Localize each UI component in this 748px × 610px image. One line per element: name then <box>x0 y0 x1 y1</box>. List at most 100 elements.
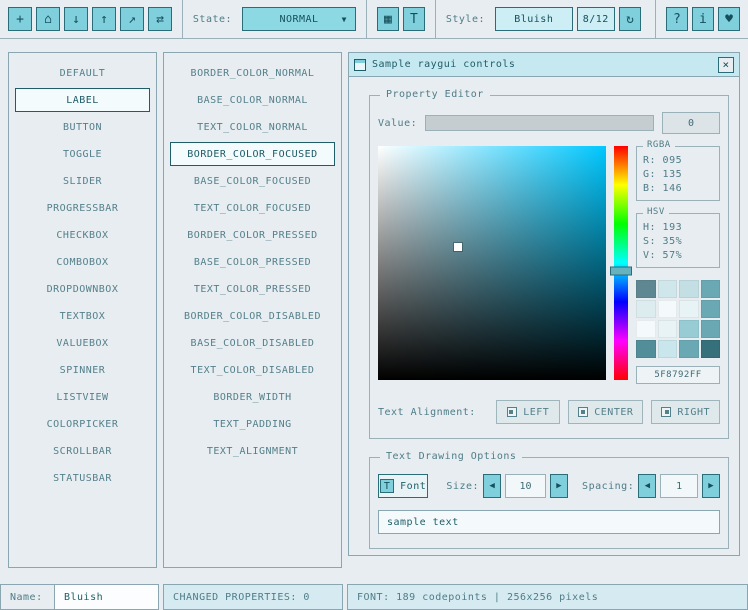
palette-swatch[interactable] <box>701 300 721 318</box>
control-item-listview[interactable]: LISTVIEW <box>15 385 150 409</box>
property-item-border_color_normal[interactable]: BORDER_COLOR_NORMAL <box>170 61 335 85</box>
palette-swatch[interactable] <box>679 340 699 358</box>
palette-swatch[interactable] <box>701 340 721 358</box>
spacing-label: Spacing: <box>582 481 634 492</box>
reload-icon: ↻ <box>626 12 634 27</box>
property-item-base_color_disabled[interactable]: BASE_COLOR_DISABLED <box>170 331 335 355</box>
info-icon: i <box>699 12 707 27</box>
style-palette <box>636 280 720 358</box>
style-counter-button[interactable]: 8/12 <box>577 7 615 31</box>
size-increase-button[interactable]: ▶ <box>550 474 568 498</box>
control-item-spinner[interactable]: SPINNER <box>15 358 150 382</box>
sponsor-button[interactable]: ♥ <box>718 7 740 31</box>
random-style-button[interactable]: ⇄ <box>148 7 172 31</box>
value-slider[interactable] <box>425 115 654 131</box>
control-item-label[interactable]: LABEL <box>15 88 150 112</box>
spacing-increase-button[interactable]: ▶ <box>702 474 720 498</box>
font-button[interactable]: T Font <box>378 474 428 498</box>
control-item-button[interactable]: BUTTON <box>15 115 150 139</box>
state-dropdown[interactable]: NORMAL ▼ <box>242 7 356 31</box>
window-titlebar[interactable]: Sample raygui controls × <box>349 53 739 77</box>
property-item-border_color_disabled[interactable]: BORDER_COLOR_DISABLED <box>170 304 335 328</box>
spacing-decrease-button[interactable]: ◀ <box>638 474 656 498</box>
property-item-border_color_focused[interactable]: BORDER_COLOR_FOCUSED <box>170 142 335 166</box>
property-item-base_color_pressed[interactable]: BASE_COLOR_PRESSED <box>170 250 335 274</box>
property-item-base_color_normal[interactable]: BASE_COLOR_NORMAL <box>170 88 335 112</box>
control-item-checkbox[interactable]: CHECKBOX <box>15 223 150 247</box>
save-file-button[interactable]: ↓ <box>64 7 88 31</box>
property-item-text_color_disabled[interactable]: TEXT_COLOR_DISABLED <box>170 358 335 382</box>
palette-swatch[interactable] <box>658 300 678 318</box>
grid-icon: ▦ <box>384 12 392 27</box>
font-atlas-button[interactable]: T <box>403 7 425 31</box>
hue-slider[interactable] <box>614 146 628 380</box>
about-button[interactable]: i <box>692 7 714 31</box>
value-box[interactable]: 0 <box>662 112 720 134</box>
property-item-border_width[interactable]: BORDER_WIDTH <box>170 385 335 409</box>
control-item-default[interactable]: DEFAULT <box>15 61 150 85</box>
close-window-button[interactable]: × <box>718 57 734 73</box>
reload-style-button[interactable]: ↻ <box>619 7 641 31</box>
new-file-icon: + <box>16 12 24 27</box>
size-value-box[interactable]: 10 <box>505 474 546 498</box>
toolbar-separator <box>655 0 656 38</box>
size-decrease-button[interactable]: ◀ <box>483 474 501 498</box>
property-item-base_color_focused[interactable]: BASE_COLOR_FOCUSED <box>170 169 335 193</box>
palette-swatch[interactable] <box>636 340 656 358</box>
control-item-valuebox[interactable]: VALUEBOX <box>15 331 150 355</box>
palette-swatch[interactable] <box>658 320 678 338</box>
hex-color-box[interactable]: 5F8792FF <box>636 366 720 384</box>
palette-swatch[interactable] <box>679 300 699 318</box>
align-right-label: RIGHT <box>677 407 710 418</box>
export-file-button[interactable]: ↑ <box>92 7 116 31</box>
control-item-progressbar[interactable]: PROGRESSBAR <box>15 196 150 220</box>
load-file-button[interactable]: ⌂ <box>36 7 60 31</box>
text-options-group: Text Drawing Options T Font Size: ◀ 10 ▶… <box>369 457 729 549</box>
color-picker-cursor[interactable] <box>454 243 462 251</box>
palette-swatch[interactable] <box>658 340 678 358</box>
control-item-dropdownbox[interactable]: DROPDOWNBOX <box>15 277 150 301</box>
sample-text-input[interactable]: sample text <box>378 510 720 534</box>
color-info-column: RGBA R: 095 G: 135 B: 146 HSV H: 193 S: … <box>636 146 720 384</box>
rgba-green-value: G: 135 <box>643 168 713 182</box>
style-name-button[interactable]: Bluish <box>495 7 573 31</box>
hue-slider-handle[interactable] <box>610 267 632 276</box>
spacing-value-box[interactable]: 1 <box>660 474 698 498</box>
align-center-button[interactable]: CENTER <box>568 400 643 424</box>
align-right-button[interactable]: RIGHT <box>651 400 720 424</box>
control-item-slider[interactable]: SLIDER <box>15 169 150 193</box>
palette-swatch[interactable] <box>701 280 721 298</box>
control-item-toggle[interactable]: TOGGLE <box>15 142 150 166</box>
palette-swatch[interactable] <box>701 320 721 338</box>
control-item-combobox[interactable]: COMBOBOX <box>15 250 150 274</box>
property-item-text_padding[interactable]: TEXT_PADDING <box>170 412 335 436</box>
control-item-colorpicker[interactable]: COLORPICKER <box>15 412 150 436</box>
align-center-icon <box>578 407 588 417</box>
help-icon: ? <box>673 12 681 27</box>
property-item-border_color_pressed[interactable]: BORDER_COLOR_PRESSED <box>170 223 335 247</box>
new-file-button[interactable]: + <box>8 7 32 31</box>
palette-swatch[interactable] <box>679 280 699 298</box>
palette-swatch[interactable] <box>658 280 678 298</box>
property-item-text_color_pressed[interactable]: TEXT_COLOR_PRESSED <box>170 277 335 301</box>
toolbar-separator <box>366 0 367 38</box>
text-alignment-label: Text Alignment: <box>378 407 476 418</box>
control-item-textbox[interactable]: TEXTBOX <box>15 304 150 328</box>
help-button[interactable]: ? <box>666 7 688 31</box>
save-file-icon: ↓ <box>72 12 80 27</box>
property-item-text_color_normal[interactable]: TEXT_COLOR_NORMAL <box>170 115 335 139</box>
align-left-button[interactable]: LEFT <box>496 400 560 424</box>
style-table-button[interactable]: ▦ <box>377 7 399 31</box>
control-item-scrollbar[interactable]: SCROLLBAR <box>15 439 150 463</box>
property-item-text_alignment[interactable]: TEXT_ALIGNMENT <box>170 439 335 463</box>
palette-swatch[interactable] <box>679 320 699 338</box>
property-item-text_color_focused[interactable]: TEXT_COLOR_FOCUSED <box>170 196 335 220</box>
style-name-input[interactable]: Bluish <box>54 584 159 610</box>
color-picker-area[interactable] <box>378 146 606 380</box>
text-icon: T <box>410 12 418 27</box>
palette-swatch[interactable] <box>636 320 656 338</box>
export-code-button[interactable]: ↗ <box>120 7 144 31</box>
palette-swatch[interactable] <box>636 280 656 298</box>
palette-swatch[interactable] <box>636 300 656 318</box>
control-item-statusbar[interactable]: STATUSBAR <box>15 466 150 490</box>
